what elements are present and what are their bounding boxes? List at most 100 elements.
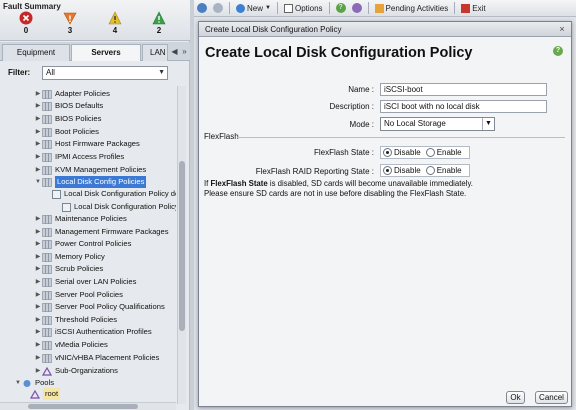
tree-item-vnic-vhba-placement-policies[interactable]: ▶ vNIC/vHBA Placement Policies (34, 352, 159, 364)
filter-select[interactable]: All ▼ (42, 66, 168, 80)
tree-item-label: root (43, 388, 61, 400)
exit-button[interactable]: Exit (458, 1, 488, 16)
chevron-right-icon[interactable]: ▶ (34, 126, 42, 138)
cancel-button[interactable]: Cancel (535, 391, 568, 404)
fault-major[interactable]: 3 (55, 11, 85, 35)
exit-label: Exit (472, 3, 486, 13)
pending-activities-button[interactable]: Pending Activities (372, 1, 452, 16)
flexflash-raid-group: Disable Enable (380, 164, 470, 177)
tree-item-local-disk-config-policies[interactable]: ▼ Local Disk Config Policies (34, 176, 147, 188)
chevron-right-icon[interactable]: ▶ (34, 339, 42, 351)
tree-item-bios-defaults[interactable]: ▶ BIOS Defaults (34, 100, 103, 112)
tree-item-kvm-management-policies[interactable]: ▶ KVM Management Policies (34, 164, 146, 176)
name-field[interactable]: iSCSI-boot (380, 83, 547, 96)
tree-item-bios-policies[interactable]: ▶ BIOS Policies (34, 113, 101, 125)
info-button[interactable] (349, 1, 365, 16)
ok-button[interactable]: Ok (506, 391, 525, 404)
tab-lan[interactable]: LAN (142, 44, 168, 61)
tree-item-host-firmware-packages[interactable]: ▶ Host Firmware Packages (34, 138, 140, 150)
chevron-right-icon[interactable]: ▶ (34, 113, 42, 125)
chevron-right-icon[interactable]: ▶ (34, 301, 42, 313)
note-rest: is disabled, SD cards will become unavai… (267, 179, 473, 188)
back-button[interactable] (194, 1, 210, 16)
flexflash-raid-disable-option[interactable]: Disable (383, 166, 421, 175)
pane-splitter[interactable] (190, 0, 194, 410)
flexflash-state-disable-option[interactable]: Disable (383, 148, 421, 157)
tree-item-ipmi-access-profiles[interactable]: ▶ IPMI Access Profiles (34, 151, 124, 163)
chevron-right-icon[interactable]: ▶ (34, 238, 42, 250)
chevron-right-icon[interactable]: ▶ (34, 276, 42, 288)
tree-item-sub-organizations[interactable]: ▶ Sub-Organizations (34, 365, 118, 377)
policies-folder-icon (42, 252, 52, 262)
tree-item-iscsi-authentication-profiles[interactable]: ▶ iSCSI Authentication Profiles (34, 326, 152, 338)
tree-vertical-scrollbar[interactable] (177, 86, 186, 404)
radio-selected-icon (383, 166, 392, 175)
tree-item-memory-policy[interactable]: ▶ Memory Policy (34, 251, 105, 263)
options-button[interactable]: Options (281, 1, 326, 16)
chevron-right-icon[interactable]: ▶ (34, 213, 42, 225)
tree-item-vmedia-policies[interactable]: ▶ vMedia Policies (34, 339, 108, 351)
policies-folder-icon (42, 327, 52, 337)
chevron-right-icon[interactable]: ▶ (34, 289, 42, 301)
flexflash-state-label: FlexFlash State : (313, 148, 374, 157)
chevron-down-icon[interactable]: ▼ (14, 377, 22, 389)
chevron-right-icon[interactable]: ▶ (34, 138, 42, 150)
navigation-tree: ▶ Adapter Policies ▶ BIOS Defaults ▶ BIOS Pol… (0, 86, 176, 404)
tree-item-maintenance-policies[interactable]: ▶ Maintenance Policies (34, 213, 127, 225)
forward-button[interactable] (210, 1, 226, 16)
tree-item-scrub-policies[interactable]: ▶ Scrub Policies (34, 263, 103, 275)
chevron-right-icon[interactable]: ▶ (34, 164, 42, 176)
chevron-down-icon[interactable]: ▼ (34, 176, 42, 188)
tree-item-label: Maintenance Policies (55, 214, 127, 223)
mode-label: Mode : (349, 120, 374, 129)
tree-item-server-pool-policy-qualifications[interactable]: ▶ Server Pool Policy Qualifications (34, 301, 165, 313)
tree-item-local-disk-policy-iscsi-boot[interactable]: Local Disk Configuration Policy iSCSI-bo… (54, 201, 176, 213)
tree-item-local-disk-policy-default[interactable]: Local Disk Configuration Policy default (44, 188, 176, 200)
flexflash-state-enable-option[interactable]: Enable (425, 148, 462, 157)
scrollbar-thumb[interactable] (28, 404, 138, 409)
tree-item-threshold-policies[interactable]: ▶ Threshold Policies (34, 314, 117, 326)
policies-folder-icon (42, 302, 52, 312)
fault-minor[interactable]: 4 (100, 11, 130, 35)
chevron-right-icon[interactable]: ▶ (34, 251, 42, 263)
enable-label: Enable (436, 166, 462, 175)
chevron-right-icon[interactable]: ▶ (34, 263, 42, 275)
fault-critical[interactable]: 0 (11, 11, 41, 35)
chevron-right-icon[interactable]: ▶ (34, 88, 42, 100)
tree-item-adapter-policies[interactable]: ▶ Adapter Policies (34, 88, 110, 100)
scrollbar-thumb[interactable] (179, 161, 185, 331)
tab-equipment[interactable]: Equipment (2, 44, 70, 61)
chevron-right-icon[interactable]: ▶ (34, 151, 42, 163)
tree-item-boot-policies[interactable]: ▶ Boot Policies (34, 126, 99, 138)
chevron-right-icon[interactable]: ▶ (34, 100, 42, 112)
tree-item-root[interactable]: root (22, 388, 61, 400)
help-icon[interactable]: ? (553, 46, 563, 56)
tree-horizontal-scrollbar[interactable] (0, 402, 176, 410)
tree-item-management-firmware-packages[interactable]: ▶ Management Firmware Packages (34, 226, 169, 238)
description-field[interactable]: iSCI boot with no local disk (380, 100, 547, 113)
tree-item-server-pool-policies[interactable]: ▶ Server Pool Policies (34, 289, 123, 301)
chevron-right-icon[interactable]: ▶ (34, 314, 42, 326)
mode-select[interactable]: No Local Storage ▼ (380, 117, 495, 131)
tab-scroll-right-icon[interactable]: » (179, 45, 190, 58)
chevron-right-icon[interactable]: ▶ (34, 352, 42, 364)
fault-warning[interactable]: 2 (144, 11, 174, 35)
tree-item-label: Local Disk Configuration Policy default (64, 189, 176, 198)
tree-item-label: BIOS Defaults (55, 101, 104, 110)
policies-folder-icon (42, 264, 52, 274)
chevron-right-icon[interactable]: ▶ (34, 365, 42, 377)
tree-item-power-control-policies[interactable]: ▶ Power Control Policies (34, 238, 131, 250)
chevron-right-icon[interactable]: ▶ (34, 326, 42, 338)
disable-label: Disable (394, 148, 421, 157)
help-button[interactable]: ? (333, 1, 349, 16)
chevron-right-icon[interactable]: ▶ (34, 226, 42, 238)
new-menu-button[interactable]: New ▼ (233, 1, 274, 16)
close-icon[interactable]: × (557, 24, 567, 34)
tree-item-label: Host Firmware Packages (55, 139, 140, 148)
tree-item-serial-over-lan-policies[interactable]: ▶ Serial over LAN Policies (34, 276, 136, 288)
policies-folder-icon (42, 315, 52, 325)
flexflash-raid-enable-option[interactable]: Enable (425, 166, 462, 175)
tab-servers[interactable]: Servers (71, 44, 141, 61)
policies-folder-icon (42, 277, 52, 287)
dialog-titlebar[interactable]: Create Local Disk Configuration Policy × (199, 22, 571, 37)
